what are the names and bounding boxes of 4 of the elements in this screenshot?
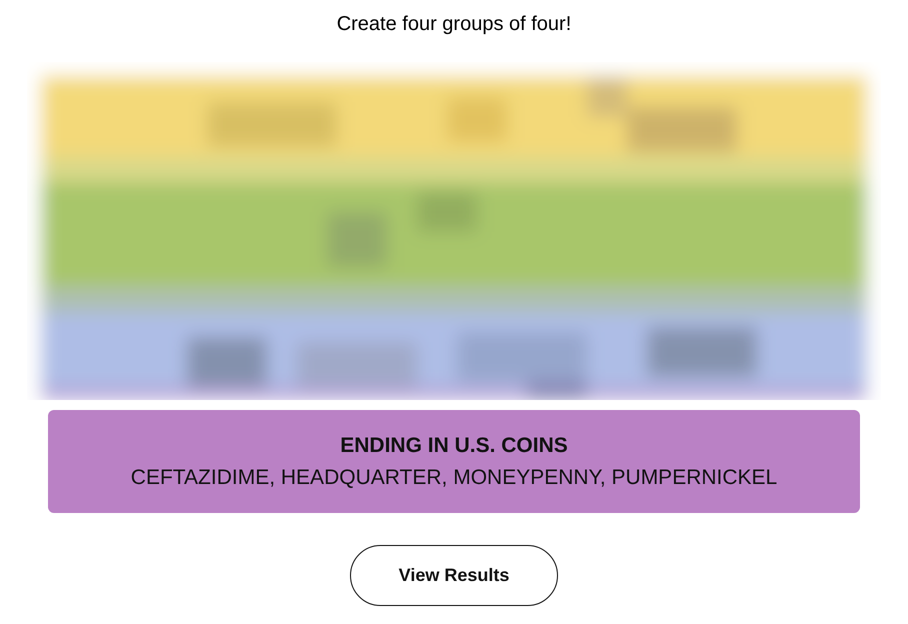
group-title: ENDING IN U.S. COINS xyxy=(340,432,568,458)
view-results-button[interactable]: View Results xyxy=(350,545,558,606)
group-members: CEFTAZIDIME, HEADQUARTER, MONEYPENNY, PUMPERNICKEL xyxy=(130,464,778,490)
instructions-text: Create four groups of four! xyxy=(336,12,572,37)
